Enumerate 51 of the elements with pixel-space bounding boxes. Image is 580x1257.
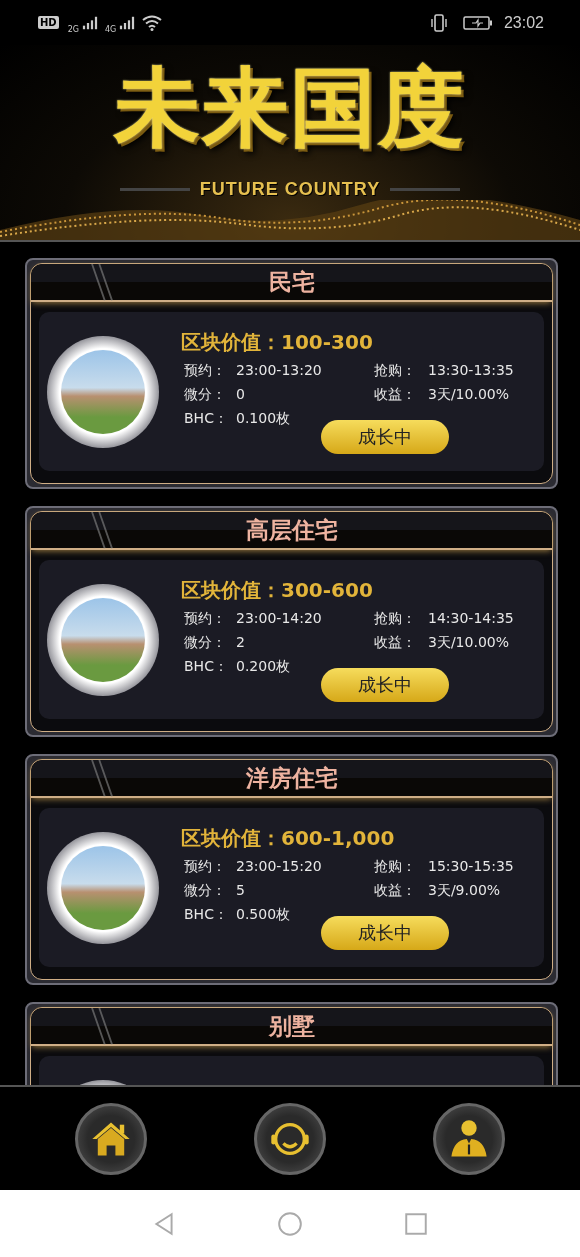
card-title: 洋房住宅 <box>245 763 338 793</box>
detail-value: 13:30-13:35 <box>428 362 514 380</box>
detail-value: 15:30-15:35 <box>428 858 514 876</box>
app-logo-title: 未来国度 <box>114 57 466 157</box>
detail-label: 抢购： <box>374 610 416 628</box>
status-button[interactable]: 成长中 <box>321 916 449 950</box>
app-logo-subtitle: FUTURE COUNTRY <box>199 179 381 200</box>
detail-value: 14:30-14:35 <box>428 610 514 628</box>
status-button[interactable]: 成长中 <box>321 668 449 702</box>
detail-label: 微分： <box>184 882 226 900</box>
block-value: 区块价值：600-1,000 <box>181 825 396 852</box>
detail-label: 预约： <box>184 858 226 876</box>
detail-value: 2 <box>236 634 245 652</box>
signal-icon <box>119 15 136 30</box>
card-title: 高层住宅 <box>245 515 338 545</box>
detail-value: 23:00-13:20 <box>236 362 322 380</box>
detail-label: 收益： <box>374 882 416 900</box>
detail-label: 收益： <box>374 634 416 652</box>
detail-value: 0.500枚 <box>236 906 291 924</box>
detail-label: BHC： <box>184 410 228 428</box>
detail-label: 微分： <box>184 634 226 652</box>
detail-value: 0.200枚 <box>236 658 291 676</box>
detail-value: 3天/10.00% <box>428 386 509 404</box>
detail-value: 3天/9.00% <box>428 882 501 900</box>
detail-value: 3天/10.00% <box>428 634 509 652</box>
network-type: 4G <box>104 25 117 34</box>
vibrate-icon <box>429 13 448 32</box>
detail-value: 23:00-15:20 <box>236 858 322 876</box>
detail-value: 0.100枚 <box>236 410 291 428</box>
status-button[interactable]: 成长中 <box>321 420 449 454</box>
network-type: 2G <box>67 25 79 34</box>
clock: 23:02 <box>503 13 544 32</box>
detail-label: 预约： <box>184 610 226 628</box>
detail-value: 5 <box>236 882 245 900</box>
card-title: 民宅 <box>268 267 315 297</box>
card-title: 别墅 <box>268 1011 315 1041</box>
detail-label: 抢购： <box>374 858 416 876</box>
battery-icon <box>462 15 493 30</box>
block-value: 区块价值：100-300 <box>181 329 374 356</box>
detail-label: 抢购： <box>374 362 416 380</box>
detail-value: 23:00-14:20 <box>236 610 322 628</box>
detail-label: BHC： <box>184 906 228 924</box>
detail-value: 0 <box>236 386 245 404</box>
wifi-icon <box>142 14 163 31</box>
detail-label: 收益： <box>374 386 416 404</box>
detail-label: 微分： <box>184 386 226 404</box>
detail-label: BHC： <box>184 658 228 676</box>
detail-label: 预约： <box>184 362 226 380</box>
block-value: 区块价值：300-600 <box>181 577 374 604</box>
signal-icon <box>81 15 98 30</box>
hd-indicator: HD <box>38 16 59 29</box>
